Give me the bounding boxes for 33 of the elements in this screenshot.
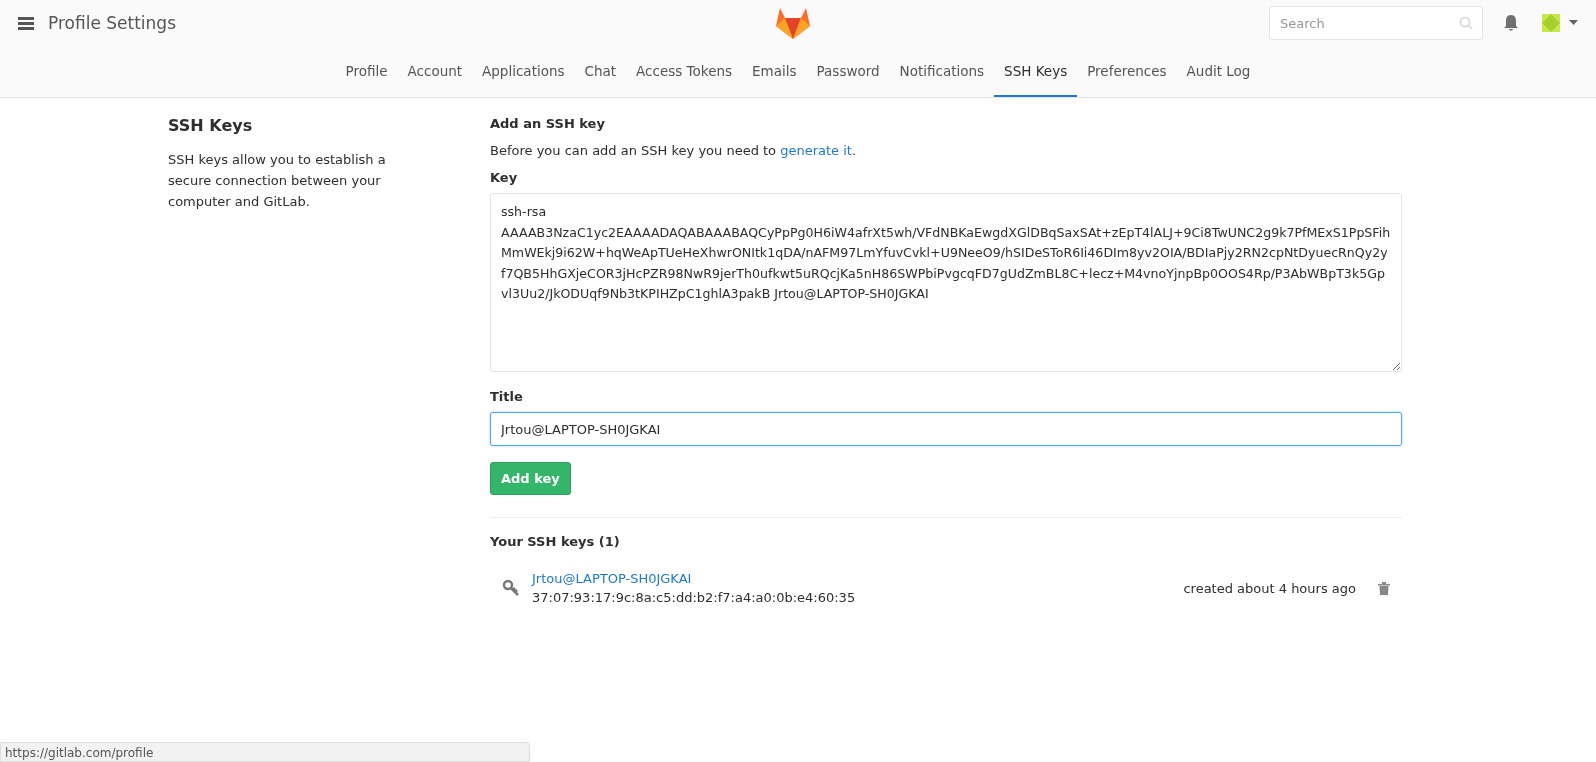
created-time: created about 4 hours ago (1183, 580, 1356, 596)
page-title: Profile Settings (48, 13, 176, 33)
generate-link[interactable]: generate it (780, 143, 852, 158)
nav-tab[interactable]: SSH Keys (994, 49, 1078, 97)
key-fingerprint: 37:07:93:17:9c:8a:c5:dd:b2:f7:a4:a0:0b:e4:60:35 (532, 590, 857, 605)
nav-tab[interactable]: Emails (742, 49, 807, 97)
nav-tab[interactable]: Applications (472, 49, 575, 97)
trash-icon[interactable] (1378, 581, 1390, 595)
status-url: https://gitlab.com/profile (0, 742, 530, 762)
key-icon (502, 579, 520, 597)
section-description: SSH keys allow you to establish a secure connection between your computer and GitLab. (168, 151, 387, 211)
nav-tab[interactable]: Account (397, 49, 473, 97)
nav-tab[interactable]: Password (806, 49, 890, 97)
caret-icon[interactable] (1569, 20, 1578, 26)
menu-icon[interactable] (18, 16, 34, 30)
nav-tab[interactable]: Chat (574, 49, 627, 97)
key-label: Key (490, 170, 519, 185)
nav-tab[interactable]: Profile (335, 49, 398, 97)
nav-tab[interactable]: Preferences (1077, 49, 1177, 97)
key-field[interactable]: ssh-rsa AAAAB3NzaC1yc2EAAAADAQABAAABAQCyPpPg0H6iW4afrXt5wh/VFdNBKaEwgdXGlDBqSaxSAt+zEpT4lALJ+9Ci8TwUNC2g9k7PfMExS1PpSFihMmWEkj9i62W+hqWeApTUeHeXhwrONItk1qDA/nAFM97LmYfuvCvkl+U9NeeO9/hSIDeSToR6Ii46DIm8yv2OIA/BDIaPjy2RN2cpNtDyuecRnQy2yf7QB5HhGXjeCOR3jHcPZR98NwR9jerTh0ufkwt5uRQcjKa5nH86SWPbiPvgcqFD7gUdZmBL8C+lecz+M4vnoYjnpBp0OOS4Rp/P3AbWBpT3k5Gpvl3Uu2/JkODUqf9Nb3tKPIHZpC1ghlA3pakB Jrtou@LAPTOP-SH0JGKAI (490, 193, 1402, 372)
keys-heading: Your SSH keys (1) (490, 534, 621, 549)
section-title: SSH Keys (168, 116, 254, 135)
nav-tab[interactable]: Notifications (889, 49, 995, 97)
key-title-link[interactable]: Jrtou@LAPTOP-SH0JGKAI (532, 571, 1184, 586)
form-heading: Add an SSH key (490, 116, 606, 131)
title-label: Title (490, 389, 524, 404)
search-icon (1459, 16, 1473, 30)
nav-tab[interactable]: Audit Log (1176, 49, 1261, 97)
search-field[interactable]: Search (1269, 6, 1483, 40)
title-field[interactable]: Jrtou@LAPTOP-SH0JGKAI (490, 412, 1402, 446)
intro-text: Before you can add an SSH key you need to generate it. (490, 143, 858, 158)
nav-tab[interactable]: Access Tokens (626, 49, 743, 97)
bell-icon[interactable] (1503, 14, 1519, 32)
